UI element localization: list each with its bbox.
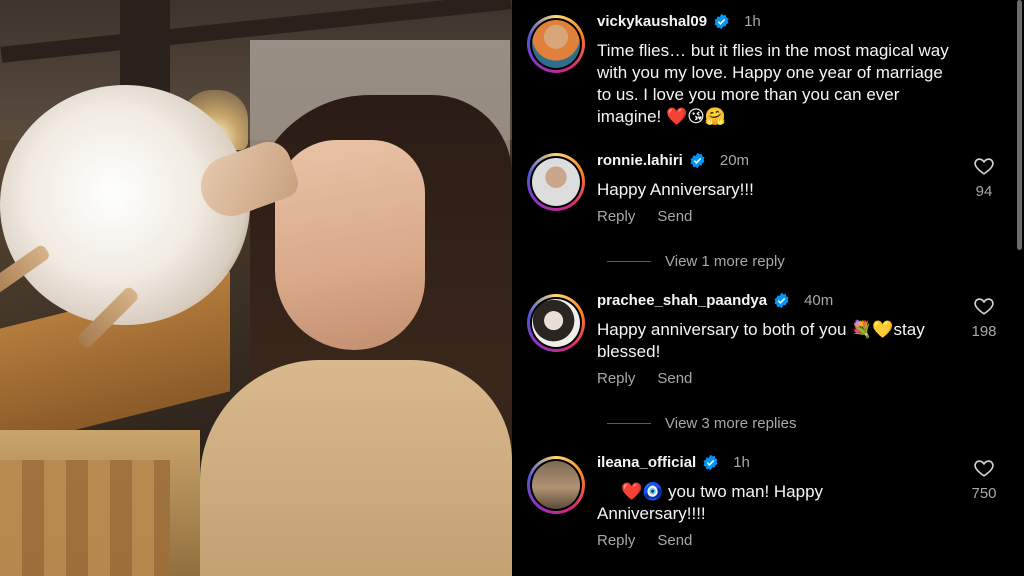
comment-text-line: Happy anniversary to both of you 💐💛stay: [597, 320, 925, 339]
photo-bags: [0, 460, 170, 576]
verified-badge-icon: [714, 13, 729, 30]
comment-actions: Reply Send: [597, 208, 692, 225]
like-heart-icon[interactable]: [973, 295, 995, 317]
like-count: 198: [971, 323, 997, 340]
view-more-replies[interactable]: View 1 more reply: [607, 253, 785, 270]
comment-username[interactable]: ileana_official: [597, 454, 696, 471]
comment-username[interactable]: ronnie.lahiri: [597, 152, 683, 169]
comment-username[interactable]: prachee_shah_paandya: [597, 292, 767, 309]
comment-author-row: prachee_shah_paandya 40m: [597, 292, 833, 309]
comment-avatar[interactable]: [527, 153, 585, 211]
like-count: 94: [975, 183, 993, 200]
comment-text-line: Happy Anniversary!!!: [597, 180, 754, 199]
comment-actions: Reply Send: [597, 532, 692, 549]
post-author-row: vickykaushal09 1h: [597, 13, 761, 30]
comment-text-line: blessed!: [597, 342, 661, 361]
send-button[interactable]: Send: [657, 532, 692, 549]
comment-author-row: ronnie.lahiri 20m: [597, 152, 749, 169]
verified-badge-icon: [703, 454, 718, 471]
send-button[interactable]: Send: [657, 208, 692, 225]
caption-line: imagine! ❤️😘🤗: [597, 107, 727, 126]
comment-time: 1h: [733, 454, 750, 471]
comment-actions: Reply Send: [597, 370, 692, 387]
view-more-replies-label[interactable]: View 1 more reply: [665, 253, 785, 270]
post-author-username[interactable]: vickykaushal09: [597, 13, 707, 30]
comment-avatar[interactable]: [527, 456, 585, 514]
post-time: 1h: [744, 13, 761, 30]
caption-line: with you my love. Happy one year of marr…: [597, 63, 943, 82]
view-more-replies[interactable]: View 3 more replies: [607, 415, 796, 432]
photo-face: [275, 140, 425, 350]
comment-text-line: ❤️🧿 you two man! Happy: [621, 482, 824, 501]
comment-time: 40m: [804, 292, 834, 309]
caption-line: Time flies… but it flies in the most mag…: [597, 41, 949, 60]
photo-sweater: [200, 360, 512, 576]
caption-line: to us. I love you more than you can ever: [597, 85, 900, 104]
comment-text-line: Anniversary!!!!: [597, 504, 706, 523]
verified-badge-icon: [690, 152, 705, 169]
like-heart-icon[interactable]: [973, 155, 995, 177]
comment-avatar[interactable]: [527, 294, 585, 352]
reply-button[interactable]: Reply: [597, 208, 635, 225]
reply-button[interactable]: Reply: [597, 370, 635, 387]
view-more-replies-label[interactable]: View 3 more replies: [665, 415, 796, 432]
like-heart-icon[interactable]: [973, 457, 995, 479]
comment-text: Happy Anniversary!!!: [597, 179, 754, 201]
verified-badge-icon: [774, 292, 789, 309]
comments-panel[interactable]: vickykaushal09 1h Time flies… but it fli…: [512, 0, 1024, 576]
comment-text: ❤️🧿 you two man! Happy Anniversary!!!!: [597, 481, 823, 525]
post-author-avatar[interactable]: [527, 15, 585, 73]
comment-author-row: ileana_official 1h: [597, 454, 750, 471]
comment-time: 20m: [719, 152, 750, 169]
reply-button[interactable]: Reply: [597, 532, 635, 549]
replies-divider: [607, 261, 651, 262]
like-count: 750: [971, 485, 997, 502]
post-photo: [0, 0, 512, 576]
send-button[interactable]: Send: [657, 370, 692, 387]
scrollbar[interactable]: [1017, 0, 1022, 250]
replies-divider: [607, 423, 651, 424]
comment-text: Happy anniversary to both of you 💐💛stay …: [597, 319, 925, 363]
post-caption: Time flies… but it flies in the most mag…: [597, 40, 949, 128]
